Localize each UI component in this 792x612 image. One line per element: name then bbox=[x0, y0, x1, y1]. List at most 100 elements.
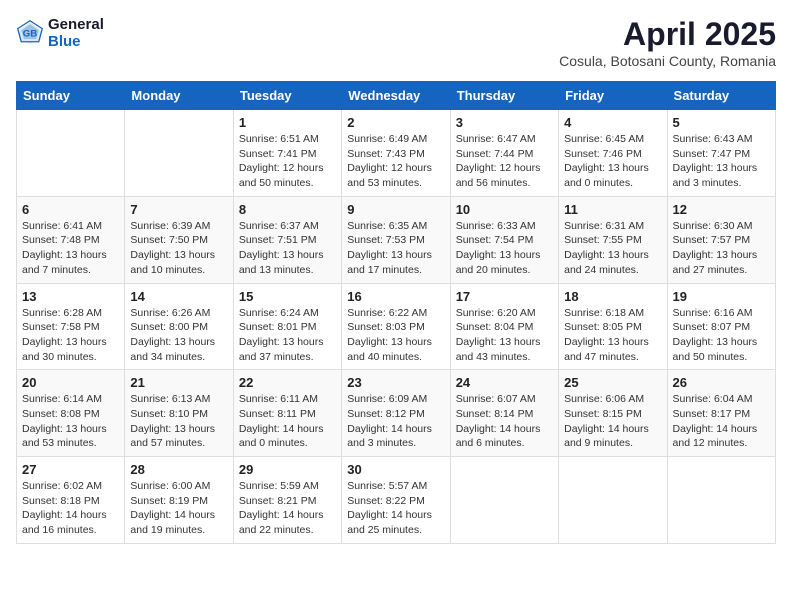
calendar-header: SundayMondayTuesdayWednesdayThursdayFrid… bbox=[17, 82, 776, 110]
calendar-cell: 9 Sunrise: 6:35 AMSunset: 7:53 PMDaylight… bbox=[342, 196, 450, 283]
calendar-week-1: 1 Sunrise: 6:51 AMSunset: 7:41 PMDaylight… bbox=[17, 110, 776, 197]
calendar-cell: 14 Sunrise: 6:26 AMSunset: 8:00 PMDayligh… bbox=[125, 283, 233, 370]
day-number: 30 bbox=[347, 462, 444, 477]
calendar-cell: 21Sunrise: 6:13 AMSunset: 8:10 PMDayligh… bbox=[125, 370, 233, 457]
calendar-cell: 24Sunrise: 6:07 AMSunset: 8:14 PMDayligh… bbox=[450, 370, 558, 457]
day-number: 20 bbox=[22, 375, 119, 390]
logo-blue: Blue bbox=[48, 33, 81, 50]
calendar-cell: 10Sunrise: 6:33 AMSunset: 7:54 PMDayligh… bbox=[450, 196, 558, 283]
day-header-monday: Monday bbox=[125, 82, 233, 110]
day-detail: Sunrise: 6:04 AMSunset: 8:17 PMDaylight:… bbox=[673, 392, 770, 451]
calendar-cell bbox=[559, 457, 667, 544]
day-number: 25 bbox=[564, 375, 661, 390]
day-number: 13 bbox=[22, 289, 119, 304]
calendar-cell: 3Sunrise: 6:47 AMSunset: 7:44 PMDaylight… bbox=[450, 110, 558, 197]
calendar-cell bbox=[125, 110, 233, 197]
day-header-wednesday: Wednesday bbox=[342, 82, 450, 110]
calendar-cell: 7Sunrise: 6:39 AMSunset: 7:50 PMDaylight… bbox=[125, 196, 233, 283]
day-number: 16 bbox=[347, 289, 444, 304]
day-detail: Sunrise: 6:22 AMSunset: 8:03 PMDaylight:… bbox=[347, 306, 444, 365]
day-detail: Sunrise: 6:37 AMSunset: 7:51 PMDaylight:… bbox=[239, 219, 336, 278]
day-number: 6 bbox=[22, 202, 119, 217]
calendar-cell: 18 Sunrise: 6:18 AMSunset: 8:05 PMDayligh… bbox=[559, 283, 667, 370]
day-number: 23 bbox=[347, 375, 444, 390]
calendar-cell: 30 Sunrise: 5:57 AMSunset: 8:22 PMDayligh… bbox=[342, 457, 450, 544]
day-number: 11 bbox=[564, 202, 661, 217]
day-detail: Sunrise: 6:41 AMSunset: 7:48 PMDaylight:… bbox=[22, 219, 119, 278]
logo-text: General Blue bbox=[48, 16, 104, 50]
calendar-cell: 26Sunrise: 6:04 AMSunset: 8:17 PMDayligh… bbox=[667, 370, 775, 457]
day-detail: Sunrise: 5:57 AMSunset: 8:22 PMDaylight:… bbox=[347, 479, 444, 538]
day-detail: Sunrise: 6:28 AMSunset: 7:58 PMDaylight:… bbox=[22, 306, 119, 365]
day-detail: Sunrise: 6:30 AMSunset: 7:57 PMDaylight:… bbox=[673, 219, 770, 278]
calendar-cell: 8 Sunrise: 6:37 AMSunset: 7:51 PMDaylight… bbox=[233, 196, 341, 283]
day-number: 27 bbox=[22, 462, 119, 477]
calendar-cell: 1 Sunrise: 6:51 AMSunset: 7:41 PMDaylight… bbox=[233, 110, 341, 197]
day-number: 28 bbox=[130, 462, 227, 477]
day-detail: Sunrise: 6:11 AMSunset: 8:11 PMDaylight:… bbox=[239, 392, 336, 451]
day-header-sunday: Sunday bbox=[17, 82, 125, 110]
calendar-cell: 15Sunrise: 6:24 AMSunset: 8:01 PMDayligh… bbox=[233, 283, 341, 370]
day-header-friday: Friday bbox=[559, 82, 667, 110]
logo-general: General bbox=[48, 16, 104, 33]
title-block: April 2025 Cosula, Botosani County, Roma… bbox=[559, 16, 776, 69]
day-number: 2 bbox=[347, 115, 444, 130]
day-number: 18 bbox=[564, 289, 661, 304]
calendar-cell: 19Sunrise: 6:16 AMSunset: 8:07 PMDayligh… bbox=[667, 283, 775, 370]
calendar-cell: 16 Sunrise: 6:22 AMSunset: 8:03 PMDayligh… bbox=[342, 283, 450, 370]
day-detail: Sunrise: 5:59 AMSunset: 8:21 PMDaylight:… bbox=[239, 479, 336, 538]
calendar-cell: 22 Sunrise: 6:11 AMSunset: 8:11 PMDayligh… bbox=[233, 370, 341, 457]
logo-icon: GB bbox=[16, 19, 44, 47]
calendar-cell bbox=[17, 110, 125, 197]
day-number: 24 bbox=[456, 375, 553, 390]
day-number: 19 bbox=[673, 289, 770, 304]
calendar-cell: 6 Sunrise: 6:41 AMSunset: 7:48 PMDaylight… bbox=[17, 196, 125, 283]
location: Cosula, Botosani County, Romania bbox=[559, 53, 776, 69]
calendar-cell: 2 Sunrise: 6:49 AMSunset: 7:43 PMDaylight… bbox=[342, 110, 450, 197]
calendar-cell: 12Sunrise: 6:30 AMSunset: 7:57 PMDayligh… bbox=[667, 196, 775, 283]
calendar-cell: 25 Sunrise: 6:06 AMSunset: 8:15 PMDayligh… bbox=[559, 370, 667, 457]
day-header-thursday: Thursday bbox=[450, 82, 558, 110]
day-detail: Sunrise: 6:51 AMSunset: 7:41 PMDaylight:… bbox=[239, 132, 336, 191]
calendar-cell: 17 Sunrise: 6:20 AMSunset: 8:04 PMDayligh… bbox=[450, 283, 558, 370]
calendar-cell: 13 Sunrise: 6:28 AMSunset: 7:58 PMDayligh… bbox=[17, 283, 125, 370]
day-number: 5 bbox=[673, 115, 770, 130]
day-detail: Sunrise: 6:26 AMSunset: 8:00 PMDaylight:… bbox=[130, 306, 227, 365]
day-header-tuesday: Tuesday bbox=[233, 82, 341, 110]
days-of-week-row: SundayMondayTuesdayWednesdayThursdayFrid… bbox=[17, 82, 776, 110]
day-number: 1 bbox=[239, 115, 336, 130]
day-detail: Sunrise: 6:45 AMSunset: 7:46 PMDaylight:… bbox=[564, 132, 661, 191]
svg-text:GB: GB bbox=[23, 29, 37, 40]
calendar-cell: 27 Sunrise: 6:02 AMSunset: 8:18 PMDayligh… bbox=[17, 457, 125, 544]
day-number: 14 bbox=[130, 289, 227, 304]
day-number: 9 bbox=[347, 202, 444, 217]
day-detail: Sunrise: 6:31 AMSunset: 7:55 PMDaylight:… bbox=[564, 219, 661, 278]
day-detail: Sunrise: 6:47 AMSunset: 7:44 PMDaylight:… bbox=[456, 132, 553, 191]
calendar-week-2: 6 Sunrise: 6:41 AMSunset: 7:48 PMDaylight… bbox=[17, 196, 776, 283]
day-detail: Sunrise: 6:20 AMSunset: 8:04 PMDaylight:… bbox=[456, 306, 553, 365]
day-number: 17 bbox=[456, 289, 553, 304]
page-header: GB General Blue April 2025 Cosula, Botos… bbox=[16, 16, 776, 69]
day-detail: Sunrise: 6:09 AMSunset: 8:12 PMDaylight:… bbox=[347, 392, 444, 451]
day-detail: Sunrise: 6:13 AMSunset: 8:10 PMDaylight:… bbox=[130, 392, 227, 451]
day-detail: Sunrise: 6:35 AMSunset: 7:53 PMDaylight:… bbox=[347, 219, 444, 278]
day-detail: Sunrise: 6:43 AMSunset: 7:47 PMDaylight:… bbox=[673, 132, 770, 191]
day-number: 8 bbox=[239, 202, 336, 217]
calendar-week-4: 20Sunrise: 6:14 AMSunset: 8:08 PMDayligh… bbox=[17, 370, 776, 457]
calendar-cell: 11 Sunrise: 6:31 AMSunset: 7:55 PMDayligh… bbox=[559, 196, 667, 283]
logo: GB General Blue bbox=[16, 16, 104, 50]
day-detail: Sunrise: 6:33 AMSunset: 7:54 PMDaylight:… bbox=[456, 219, 553, 278]
day-detail: Sunrise: 6:18 AMSunset: 8:05 PMDaylight:… bbox=[564, 306, 661, 365]
calendar-body: 1 Sunrise: 6:51 AMSunset: 7:41 PMDaylight… bbox=[17, 110, 776, 544]
day-header-saturday: Saturday bbox=[667, 82, 775, 110]
calendar-week-5: 27 Sunrise: 6:02 AMSunset: 8:18 PMDayligh… bbox=[17, 457, 776, 544]
day-number: 4 bbox=[564, 115, 661, 130]
day-detail: Sunrise: 6:49 AMSunset: 7:43 PMDaylight:… bbox=[347, 132, 444, 191]
day-detail: Sunrise: 6:06 AMSunset: 8:15 PMDaylight:… bbox=[564, 392, 661, 451]
day-number: 22 bbox=[239, 375, 336, 390]
day-detail: Sunrise: 6:02 AMSunset: 8:18 PMDaylight:… bbox=[22, 479, 119, 538]
day-detail: Sunrise: 6:24 AMSunset: 8:01 PMDaylight:… bbox=[239, 306, 336, 365]
calendar-cell bbox=[667, 457, 775, 544]
calendar-cell: 23 Sunrise: 6:09 AMSunset: 8:12 PMDayligh… bbox=[342, 370, 450, 457]
calendar-cell: 4 Sunrise: 6:45 AMSunset: 7:46 PMDaylight… bbox=[559, 110, 667, 197]
